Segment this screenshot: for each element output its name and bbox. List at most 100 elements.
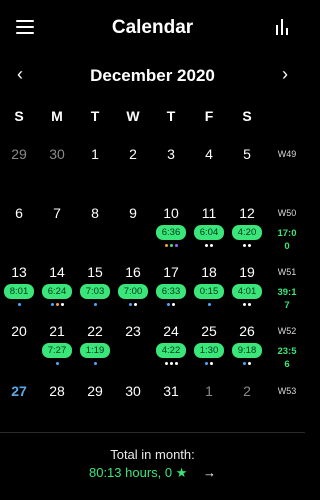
day-hours-badge[interactable]: 6:04 — [194, 225, 224, 240]
week-total-hours: 23:5 — [277, 346, 297, 357]
calendar-day[interactable]: 13 — [0, 264, 38, 280]
week-total-hours: 39:1 — [277, 287, 297, 298]
event-dot — [55, 303, 59, 306]
calendar-day[interactable]: 16 — [114, 264, 152, 280]
calendar-day[interactable]: 18 — [190, 264, 228, 280]
week-total-hours: 17:0 — [277, 228, 297, 239]
event-dot — [60, 303, 64, 306]
calendar-day[interactable]: 20 — [0, 323, 38, 339]
day-event-dots — [38, 362, 76, 365]
calendar-day[interactable]: 30 — [38, 146, 76, 162]
calendar-day[interactable]: 19 — [228, 264, 266, 280]
event-dot — [134, 303, 137, 306]
calendar-day[interactable]: 2 — [228, 383, 266, 399]
calendar-day[interactable]: 6 — [0, 205, 38, 221]
calendar-day[interactable]: 15 — [76, 264, 114, 280]
event-dot — [205, 244, 208, 247]
event-dot — [17, 303, 21, 306]
calendar-day[interactable]: 22 — [76, 323, 114, 339]
day-hours-badge[interactable]: 6:24 — [42, 284, 72, 299]
calendar-day[interactable]: 10 — [152, 205, 190, 221]
day-hours-badge[interactable]: 1:19 — [80, 343, 110, 358]
month-navigation: ‹ December 2020 › — [0, 64, 305, 88]
weekday-label: M — [51, 108, 63, 124]
calendar-day[interactable]: 2 — [114, 146, 152, 162]
day-event-dots — [0, 303, 38, 306]
calendar-day[interactable]: 1 — [190, 383, 228, 399]
event-dot — [243, 244, 246, 247]
calendar-day[interactable]: 23 — [114, 323, 152, 339]
day-event-dots — [190, 362, 228, 365]
calendar-day[interactable]: 11 — [190, 205, 228, 221]
weekday-label: S — [14, 108, 24, 124]
event-dot — [248, 303, 251, 306]
hamburger-menu-icon[interactable] — [14, 16, 36, 38]
previous-month-button[interactable]: ‹ — [8, 64, 32, 86]
week-total-hours: 7 — [284, 300, 290, 311]
event-dot — [248, 362, 251, 365]
day-hours-badge[interactable]: 9:18 — [232, 343, 262, 358]
event-dot — [164, 244, 168, 247]
calendar-day[interactable]: 29 — [76, 383, 114, 399]
day-event-dots — [228, 362, 266, 365]
event-dot — [50, 303, 54, 306]
day-hours-badge[interactable]: 6:36 — [156, 225, 186, 240]
bar-chart-icon[interactable] — [274, 17, 290, 35]
day-event-dots — [190, 303, 228, 306]
calendar-day[interactable]: 8 — [76, 205, 114, 221]
calendar-day[interactable]: 26 — [228, 323, 266, 339]
event-dot — [207, 303, 211, 306]
day-event-dots — [152, 244, 190, 247]
day-hours-badge[interactable]: 4:22 — [156, 343, 186, 358]
calendar-day[interactable]: 21 — [38, 323, 76, 339]
calendar-day[interactable]: 30 — [114, 383, 152, 399]
event-dot — [210, 362, 213, 365]
event-dot — [205, 362, 208, 365]
calendar-day[interactable]: 7 — [38, 205, 76, 221]
calendar-day[interactable]: 14 — [38, 264, 76, 280]
calendar-day[interactable]: 5 — [228, 146, 266, 162]
day-hours-badge[interactable]: 1:30 — [194, 343, 224, 358]
weekday-header: S M T W T F S — [0, 108, 305, 128]
calendar-day[interactable]: 29 — [0, 146, 38, 162]
calendar-day[interactable]: 3 — [152, 146, 190, 162]
event-dot — [129, 303, 132, 306]
day-hours-badge[interactable]: 7:00 — [118, 284, 148, 299]
next-month-button[interactable]: › — [273, 64, 297, 86]
calendar-day[interactable]: 12 — [228, 205, 266, 221]
calendar-day-today[interactable]: 27 — [0, 383, 38, 399]
calendar-day[interactable]: 24 — [152, 323, 190, 339]
day-event-dots — [76, 303, 114, 306]
calendar-day[interactable]: 28 — [38, 383, 76, 399]
calendar-day[interactable]: 4 — [190, 146, 228, 162]
calendar-day[interactable]: 25 — [190, 323, 228, 339]
day-hours-badge[interactable]: 7:03 — [80, 284, 110, 299]
month-total-hours: 80:13 hours, — [88, 465, 162, 480]
month-total-label: Total in month: — [110, 447, 195, 462]
calendar-day[interactable]: 31 — [152, 383, 190, 399]
day-hours-badge[interactable]: 6:33 — [156, 284, 186, 299]
event-dot — [93, 303, 97, 306]
calendar-day[interactable]: 9 — [114, 205, 152, 221]
week-number-label: W53 — [277, 386, 297, 396]
event-dot — [210, 244, 213, 247]
day-event-dots — [152, 362, 190, 365]
day-hours-badge[interactable]: 8:01 — [4, 284, 34, 299]
day-hours-badge[interactable]: 0:15 — [194, 284, 224, 299]
divider — [0, 432, 305, 433]
week-total-hours: 0 — [284, 241, 290, 252]
day-hours-badge[interactable]: 4:20 — [232, 225, 262, 240]
day-hours-badge[interactable]: 7:27 — [42, 343, 72, 358]
day-event-dots — [114, 303, 152, 306]
event-dot — [55, 362, 59, 365]
day-event-dots — [152, 303, 190, 306]
day-hours-badge[interactable]: 4:01 — [232, 284, 262, 299]
day-event-dots — [228, 244, 266, 247]
event-dot — [164, 362, 168, 365]
event-dot — [243, 303, 246, 306]
week-number-label: W52 — [277, 326, 297, 336]
event-dot — [248, 244, 251, 247]
calendar-day[interactable]: 17 — [152, 264, 190, 280]
arrow-right-icon[interactable]: → — [203, 465, 216, 480]
calendar-day[interactable]: 1 — [76, 146, 114, 162]
